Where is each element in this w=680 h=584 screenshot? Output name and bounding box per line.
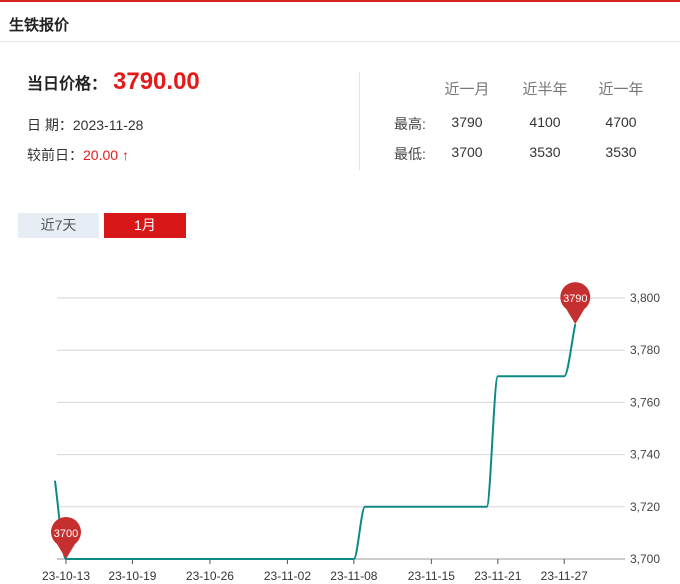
y-tick-label: 3,780 bbox=[630, 343, 660, 357]
x-tick-label: 23-11-21 bbox=[474, 569, 521, 583]
stats-header-month: 近一月 bbox=[444, 81, 490, 98]
stats-high-month: 3790 bbox=[451, 114, 483, 130]
date-value: 2023-11-28 bbox=[72, 117, 144, 133]
x-tick-label: 23-11-15 bbox=[408, 569, 455, 583]
page-title: 生铁报价 bbox=[9, 17, 70, 34]
marker-label-3790: 3790 bbox=[563, 293, 587, 305]
current-price-row: 当日价格： 3790.00 bbox=[27, 68, 200, 96]
change-row: 较前日：20.00 ↑ bbox=[27, 145, 129, 165]
y-tick-label: 3,740 bbox=[630, 448, 660, 462]
stats-low-half-year: 3530 bbox=[529, 144, 561, 160]
vertical-divider bbox=[359, 72, 360, 170]
stats-low-year: 3530 bbox=[605, 144, 637, 160]
y-tick-label: 3,760 bbox=[630, 395, 660, 409]
stats-header-half-year: 近半年 bbox=[522, 81, 568, 98]
stats-high-year: 4700 bbox=[605, 114, 637, 130]
stats-header-year: 近一年 bbox=[598, 81, 644, 98]
stats-low-month: 3700 bbox=[451, 144, 483, 160]
x-tick-label: 23-10-13 bbox=[42, 569, 90, 583]
tab-1-month[interactable]: 1月 bbox=[104, 213, 186, 238]
up-arrow-icon: ↑ bbox=[121, 147, 129, 163]
change-value: 20.00 bbox=[83, 147, 119, 163]
date-label: 日 期： bbox=[27, 117, 73, 133]
marker-label-3700: 3700 bbox=[54, 528, 78, 540]
price-series-line bbox=[53, 323, 577, 560]
change-label: 较前日： bbox=[27, 147, 83, 163]
x-tick-label: 23-11-27 bbox=[541, 569, 588, 583]
tab-7-days[interactable]: 近7天 bbox=[18, 213, 99, 238]
stats-high-half-year: 4100 bbox=[529, 114, 561, 130]
y-tick-label: 3,720 bbox=[630, 500, 660, 514]
y-tick-label: 3,700 bbox=[630, 552, 660, 566]
y-tick-label: 3,800 bbox=[630, 291, 660, 305]
current-price-label: 当日价格： bbox=[27, 76, 108, 93]
x-tick-label: 23-10-19 bbox=[108, 569, 156, 583]
top-accent-line bbox=[0, 0, 680, 2]
current-price-value: 3790.00 bbox=[113, 68, 200, 95]
x-tick-label: 23-11-02 bbox=[264, 569, 311, 583]
x-tick-label: 23-10-26 bbox=[186, 569, 234, 583]
price-line-chart: 3,700 3,720 3,740 3,760 3,780 3,800 23-10-13 23… bbox=[42, 282, 660, 583]
range-tabs: 近7天 1月 bbox=[18, 213, 186, 238]
title-divider bbox=[0, 41, 680, 42]
x-tick-label: 23-11-08 bbox=[330, 569, 377, 583]
date-row: 日 期：2023-11-28 bbox=[27, 115, 143, 135]
